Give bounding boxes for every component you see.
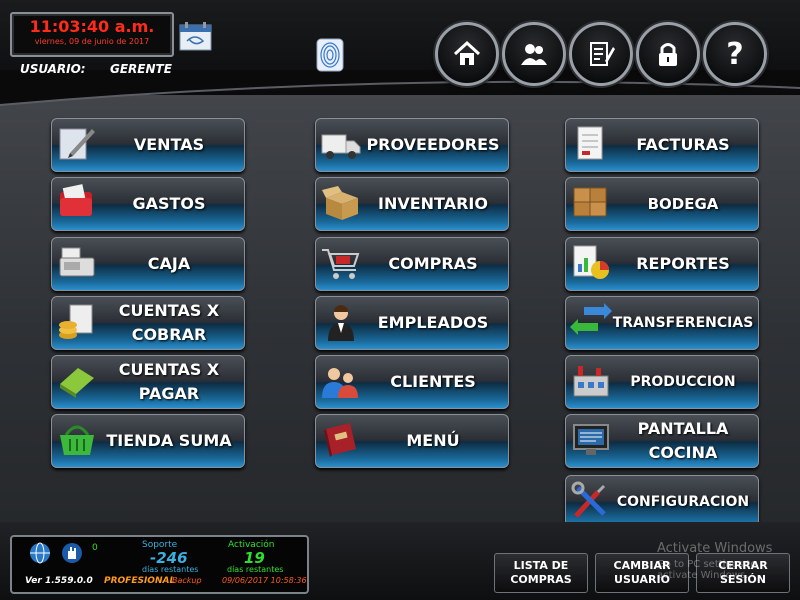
gastos-label: GASTOS — [132, 194, 206, 213]
gastos-button[interactable]: GASTOS — [51, 177, 245, 231]
bodega-button[interactable]: BODEGA — [565, 177, 759, 231]
cuentas-cobrar-label: CUENTAS X COBRAR — [98, 297, 240, 349]
lista-line1: LISTA DE — [513, 559, 569, 572]
caja-button[interactable]: CAJA — [51, 237, 245, 291]
factory-icon — [573, 366, 609, 397]
transferencias-label: TRANSFERENCIAS — [612, 315, 754, 331]
menu-label: MENÚ — [406, 431, 460, 450]
lock-button[interactable] — [636, 22, 700, 86]
status-panel: 0 Soporte -246 días restantes Activación… — [10, 535, 309, 594]
pantalla-cocina-button[interactable]: PANTALLA COCINA — [565, 414, 759, 468]
transfer-arrows-icon — [570, 303, 612, 335]
cuentas-pagar-button[interactable]: CUENTAS X PAGAR — [51, 355, 245, 409]
inventario-label: INVENTARIO — [378, 194, 488, 213]
user-value: GERENTE — [110, 62, 172, 76]
users-button[interactable] — [502, 22, 566, 86]
cuentas-pagar-line2: PAGAR — [138, 384, 200, 403]
shopping-cart-icon — [322, 249, 360, 279]
warehouse-boxes-icon — [573, 187, 607, 217]
open-box-icon — [322, 186, 358, 220]
caja-label: CAJA — [147, 254, 191, 273]
globe-icon[interactable] — [28, 541, 52, 565]
proveedores-button[interactable]: PROVEEDORES — [315, 118, 509, 172]
ventas-label: VENTAS — [133, 135, 205, 154]
clock-display: 11:03:40 a.m. viernes, 09 de junio de 20… — [10, 12, 174, 57]
green-book-icon — [60, 368, 94, 398]
compras-button[interactable]: COMPRAS — [315, 237, 509, 291]
tienda-suma-button[interactable]: TIENDA SUMA — [51, 414, 245, 468]
home-icon — [453, 40, 481, 65]
backup-label: Backup — [172, 576, 202, 585]
backup-date: 09/06/2017 10:58:36 — [222, 576, 307, 585]
shopping-basket-icon — [60, 425, 94, 455]
notes-button[interactable] — [569, 22, 633, 86]
pantalla-line1: PANTALLA — [637, 419, 729, 438]
clientes-label: CLIENTES — [390, 372, 476, 391]
tools-icon — [571, 481, 606, 518]
bodega-label: BODEGA — [647, 195, 719, 213]
waiter-icon — [328, 305, 354, 341]
inventario-button[interactable]: INVENTARIO — [315, 177, 509, 231]
user-label: USUARIO: — [20, 62, 86, 76]
wallet-icon — [60, 184, 92, 216]
clientes-button[interactable]: CLIENTES — [315, 355, 509, 409]
invoice-icon — [577, 126, 603, 160]
edition-text: PROFESIONAL — [104, 576, 176, 586]
lock-icon — [659, 43, 677, 66]
reportes-button[interactable]: REPORTES — [565, 237, 759, 291]
fingerprint-icon[interactable] — [316, 38, 344, 72]
windows-watermark-sub: Go to PC settings to activate Windows. — [657, 559, 757, 581]
cuentas-cobrar-button[interactable]: CUENTAS X COBRAR — [51, 296, 245, 350]
facturas-button[interactable]: FACTURAS — [565, 118, 759, 172]
support-hand-icon[interactable] — [60, 541, 84, 565]
menu-button[interactable]: MENÚ — [315, 414, 509, 468]
cuentas-pagar-line1: CUENTAS X — [118, 360, 220, 379]
compras-label: COMPRAS — [388, 254, 478, 273]
coins-document-icon — [59, 304, 93, 339]
proveedores-label: PROVEEDORES — [366, 135, 500, 154]
empleados-label: EMPLEADOS — [377, 313, 489, 332]
facturas-label: FACTURAS — [636, 135, 730, 154]
configuracion-button[interactable]: CONFIGURACION — [565, 475, 759, 529]
users-icon — [521, 44, 547, 65]
calendar-icon[interactable] — [179, 21, 212, 51]
cuentas-pagar-label: CUENTAS X PAGAR — [98, 356, 240, 408]
cash-register-icon — [59, 247, 95, 277]
menu-book-icon — [324, 423, 356, 457]
produccion-button[interactable]: PRODUCCION — [565, 355, 759, 409]
tienda-suma-label: TIENDA SUMA — [106, 431, 232, 450]
pantalla-cocina-label: PANTALLA COCINA — [612, 415, 754, 467]
cuentas-cobrar-line1: CUENTAS X — [118, 301, 220, 320]
activacion-days-label: días restantes — [227, 565, 284, 574]
lista-line2: COMPRAS — [510, 573, 572, 586]
version-text: Ver 1.559.0.0 — [25, 576, 93, 586]
windows-watermark-title: Activate Windows — [657, 541, 773, 556]
monitor-icon — [573, 424, 609, 455]
transferencias-button[interactable]: TRANSFERENCIAS — [565, 296, 759, 350]
pantalla-line2: COCINA — [648, 443, 718, 462]
empleados-button[interactable]: EMPLEADOS — [315, 296, 509, 350]
produccion-label: PRODUCCION — [630, 374, 736, 390]
lista-compras-button[interactable]: LISTA DE COMPRAS — [494, 553, 588, 593]
clock-date: viernes, 09 de junio de 2017 — [34, 37, 150, 46]
customers-icon — [322, 368, 358, 398]
help-icon: ? — [726, 36, 744, 72]
configuracion-label: CONFIGURACION — [616, 494, 750, 510]
home-button[interactable] — [435, 22, 499, 86]
edit-icon — [590, 42, 615, 66]
soporte-days-label: días restantes — [142, 565, 199, 574]
clock-time: 11:03:40 a.m. — [29, 17, 155, 36]
ventas-button[interactable]: VENTAS — [51, 118, 245, 172]
reportes-label: REPORTES — [636, 254, 730, 273]
pencil-document-icon — [59, 128, 95, 160]
delivery-truck-icon — [321, 134, 361, 159]
report-chart-icon — [573, 245, 609, 279]
counter-value: 0 — [92, 543, 98, 553]
cuentas-cobrar-line2: COBRAR — [131, 325, 207, 344]
help-button[interactable]: ? — [703, 22, 767, 86]
